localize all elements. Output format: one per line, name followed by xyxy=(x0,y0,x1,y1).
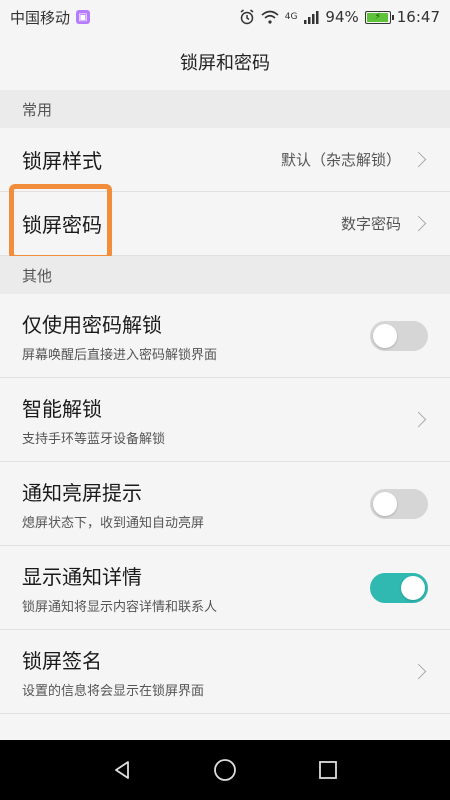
chevron-right-icon xyxy=(410,151,427,168)
row-title: 显示通知详情 xyxy=(22,564,142,589)
toggle-knob xyxy=(401,575,425,600)
chevron-right-icon xyxy=(410,411,427,428)
carrier-label: 中国移动 xyxy=(10,8,71,27)
notification-wake-row[interactable]: 通知亮屏提示 熄屏状态下，收到通知自动亮屏 xyxy=(0,462,450,546)
chevron-right-icon xyxy=(410,215,427,232)
back-button[interactable] xyxy=(102,750,142,790)
navigation-bar xyxy=(0,740,450,800)
lock-screen-style-row[interactable]: 锁屏样式 默认（杂志解锁） xyxy=(0,128,450,192)
notification-details-toggle[interactable] xyxy=(370,572,428,603)
row-subtitle: 屏幕唤醒后直接进入密码解锁界面 xyxy=(22,347,218,363)
battery-icon: ⚡ xyxy=(364,10,394,24)
row-title: 锁屏签名 xyxy=(22,648,102,673)
clock: 16:47 xyxy=(396,8,440,26)
recents-icon xyxy=(319,761,338,779)
home-button[interactable] xyxy=(205,750,245,790)
notification-details-row[interactable]: 显示通知详情 锁屏通知将显示内容详情和联系人 xyxy=(0,546,450,630)
smart-unlock-row[interactable]: 智能解锁 支持手环等蓝牙设备解锁 xyxy=(0,378,450,462)
row-title: 仅使用密码解锁 xyxy=(22,312,162,337)
row-subtitle: 设置的信息将会显示在锁屏界面 xyxy=(22,683,205,699)
password-only-toggle[interactable] xyxy=(370,320,428,351)
row-title: 锁屏样式 xyxy=(22,149,102,173)
row-title: 智能解锁 xyxy=(22,396,102,421)
password-only-unlock-row[interactable]: 仅使用密码解锁 屏幕唤醒后直接进入密码解锁界面 xyxy=(0,294,450,378)
page-title: 锁屏和密码 xyxy=(180,53,270,74)
battery-percent: 94% xyxy=(325,8,359,26)
toggle-knob xyxy=(373,491,397,516)
row-value: 数字密码 xyxy=(340,215,401,233)
chevron-right-icon xyxy=(410,663,427,680)
section-header-common: 常用 xyxy=(0,90,450,128)
network-type-label: 4G xyxy=(284,12,298,22)
lock-screen-signature-row[interactable]: 锁屏签名 设置的信息将会显示在锁屏界面 xyxy=(0,630,450,714)
toggle-knob xyxy=(373,323,397,348)
row-title: 通知亮屏提示 xyxy=(22,480,142,505)
row-value: 默认（杂志解锁） xyxy=(280,151,401,169)
notification-wake-toggle[interactable] xyxy=(370,488,428,519)
back-icon xyxy=(114,761,129,779)
row-subtitle: 锁屏通知将显示内容详情和联系人 xyxy=(22,599,218,615)
signal-icon xyxy=(304,11,319,24)
alarm-icon xyxy=(240,9,254,25)
recents-button[interactable] xyxy=(308,750,348,790)
row-subtitle: 支持手环等蓝牙设备解锁 xyxy=(22,431,166,447)
home-icon xyxy=(214,759,236,781)
section-header-other: 其他 xyxy=(0,256,450,294)
wifi-icon xyxy=(261,10,279,24)
status-bar: 中国移动 ▣ 4G 94% ⚡ 16:47 xyxy=(0,0,450,34)
row-subtitle: 熄屏状态下，收到通知自动亮屏 xyxy=(22,515,205,531)
gallery-notification-icon: ▣ xyxy=(76,10,91,24)
highlight-annotation xyxy=(9,184,112,260)
